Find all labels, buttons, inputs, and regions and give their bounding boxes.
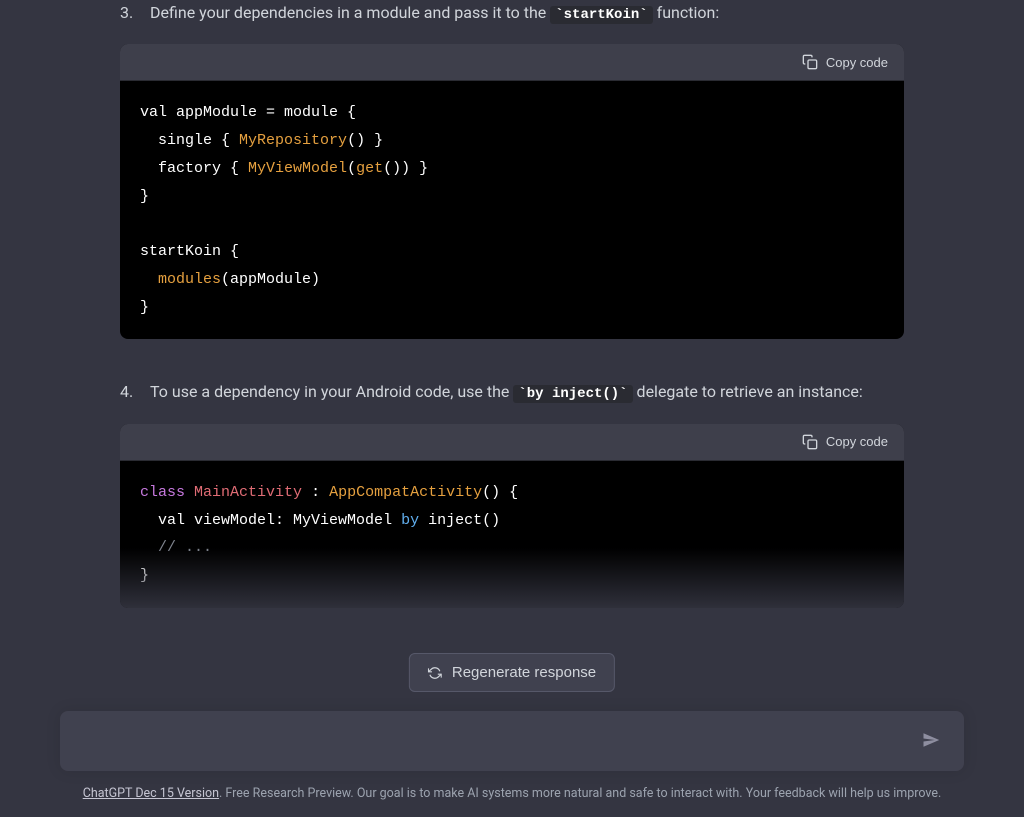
text-segment: Define your dependencies in a module and… xyxy=(150,3,550,22)
footer-text: . Free Research Preview. Our goal is to … xyxy=(219,786,941,801)
regenerate-label: Regenerate response xyxy=(452,664,596,681)
code-block-2: Copy code class MainActivity : AppCompat… xyxy=(120,424,904,608)
footer: ChatGPT Dec 15 Version. Free Research Pr… xyxy=(0,786,1024,801)
code-header: Copy code xyxy=(120,424,904,461)
text-segment: delegate to retrieve an instance: xyxy=(633,382,863,401)
message-input-container xyxy=(60,711,964,771)
step-3: 3. Define your dependencies in a module … xyxy=(120,0,904,26)
code-header: Copy code xyxy=(120,44,904,81)
copy-label: Copy code xyxy=(826,55,888,70)
step-number: 4. xyxy=(120,379,138,405)
regenerate-button[interactable]: Regenerate response xyxy=(409,653,615,692)
send-button[interactable] xyxy=(918,727,944,756)
clipboard-icon xyxy=(802,434,818,450)
step-text: To use a dependency in your Android code… xyxy=(150,379,904,405)
message-input[interactable] xyxy=(80,732,918,750)
step-4: 4. To use a dependency in your Android c… xyxy=(120,379,904,405)
clipboard-icon xyxy=(802,54,818,70)
inline-code: `by inject()` xyxy=(513,385,632,403)
step-text: Define your dependencies in a module and… xyxy=(150,0,904,26)
copy-code-button[interactable]: Copy code xyxy=(802,434,888,450)
send-icon xyxy=(922,731,940,749)
code-content: val appModule = module { single { MyRepo… xyxy=(120,81,904,339)
refresh-icon xyxy=(428,666,442,680)
code-content: class MainActivity : AppCompatActivity()… xyxy=(120,461,904,608)
copy-code-button[interactable]: Copy code xyxy=(802,54,888,70)
copy-label: Copy code xyxy=(826,434,888,449)
step-number: 3. xyxy=(120,0,138,26)
text-segment: To use a dependency in your Android code… xyxy=(150,382,513,401)
inline-code: `startKoin` xyxy=(550,6,652,24)
version-link[interactable]: ChatGPT Dec 15 Version xyxy=(83,786,219,801)
text-segment: function: xyxy=(653,3,720,22)
code-block-1: Copy code val appModule = module { singl… xyxy=(120,44,904,339)
